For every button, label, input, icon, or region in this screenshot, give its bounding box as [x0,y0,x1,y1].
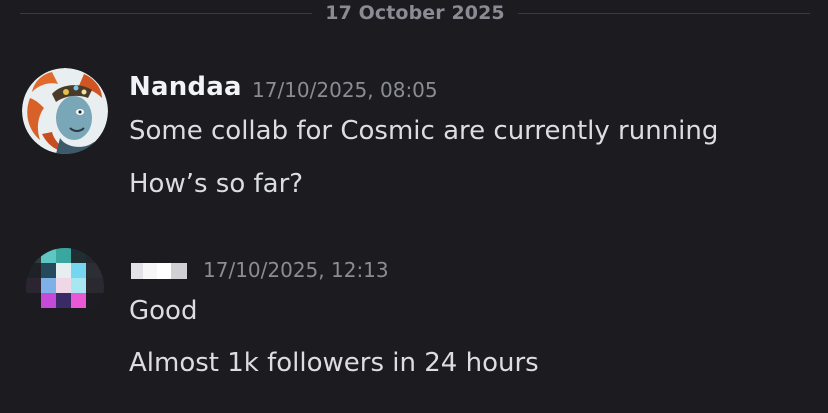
chat-log: 17 October 2025 Nandaa 17/10/2025, 08:05… [0,0,828,413]
message-item[interactable]: Nandaa 17/10/2025, 08:05 Some collab for… [0,64,828,214]
message-text: How’s so far? [129,169,304,199]
message-text: Some collab for Cosmic are currently run… [129,116,719,146]
message-author[interactable]: Nandaa [129,72,242,102]
divider-date: 17 October 2025 [325,2,505,24]
message-timestamp: 17/10/2025, 12:13 [203,258,389,282]
message-text: Almost 1k followers in 24 hours [129,348,539,378]
cartoon-avatar-icon[interactable] [22,68,108,154]
message-item[interactable]: 17/10/2025, 12:13 Good Almost 1k followe… [0,246,828,396]
divider-line-right [518,13,810,14]
message-timestamp: 17/10/2025, 08:05 [252,78,438,102]
divider-line-left [20,13,312,14]
date-divider: 17 October 2025 [0,0,828,30]
redacted-author-name [131,263,187,279]
pixelated-avatar-icon[interactable] [26,248,104,326]
message-text: Good [129,296,198,326]
